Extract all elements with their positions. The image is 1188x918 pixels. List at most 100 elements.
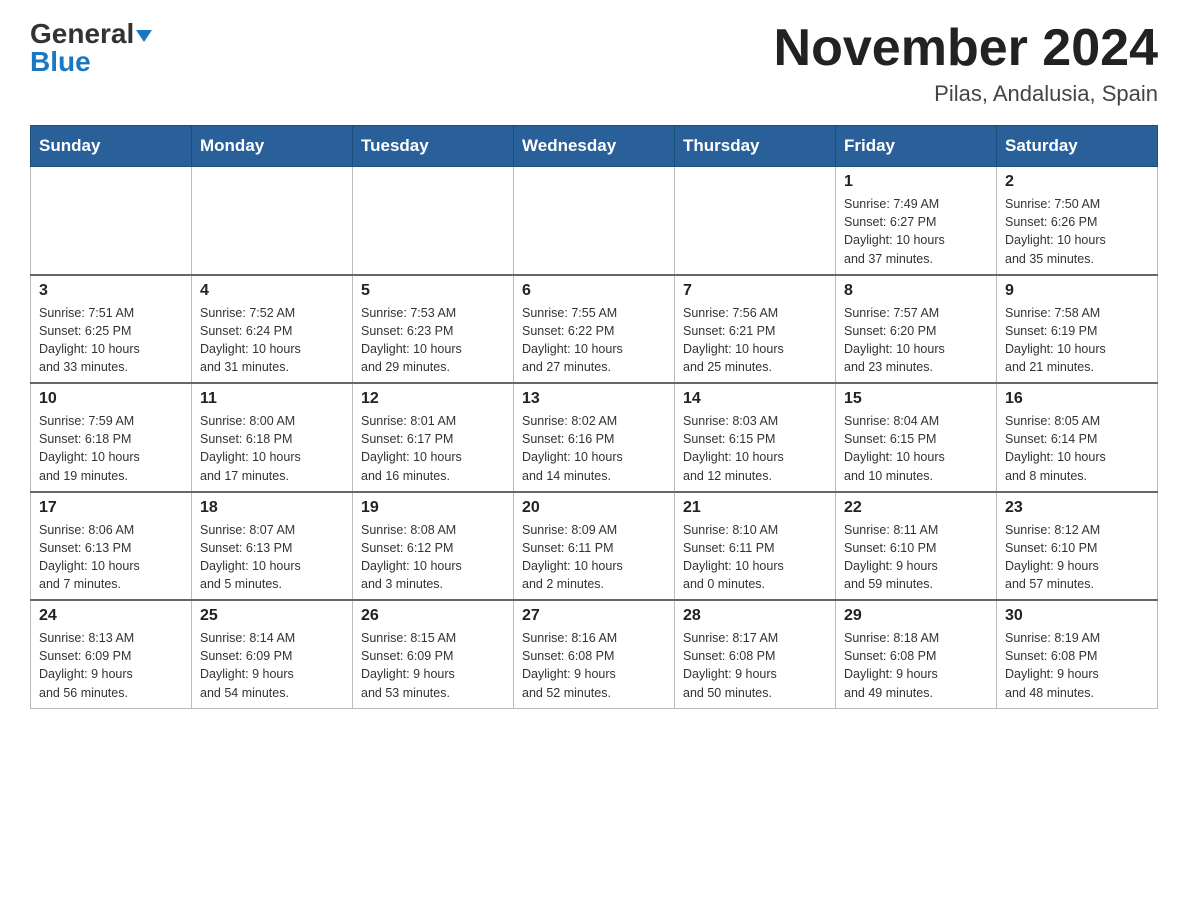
day-info: Sunrise: 7:52 AM Sunset: 6:24 PM Dayligh… [200,304,344,377]
day-info: Sunrise: 8:10 AM Sunset: 6:11 PM Dayligh… [683,521,827,594]
day-info: Sunrise: 7:56 AM Sunset: 6:21 PM Dayligh… [683,304,827,377]
calendar-cell: 8 Sunrise: 7:57 AM Sunset: 6:20 PM Daylig… [836,275,997,384]
calendar-cell: 23 Sunrise: 8:12 AM Sunset: 6:10 PM Dayli… [997,492,1158,601]
day-number: 30 [1005,607,1149,625]
calendar-cell: 12Sunrise: 8:01 AM Sunset: 6:17 PM Dayli… [353,383,514,492]
day-number: 26 [361,607,505,625]
day-number: 3 [39,282,183,300]
day-info: Sunrise: 8:16 AM Sunset: 6:08 PM Dayligh… [522,629,666,702]
day-number: 18 [200,499,344,517]
calendar-cell: 3Sunrise: 7:51 AM Sunset: 6:25 PM Daylig… [31,275,192,384]
day-number: 27 [522,607,666,625]
calendar-cell [353,167,514,275]
week-row-2: 3Sunrise: 7:51 AM Sunset: 6:25 PM Daylig… [31,275,1158,384]
day-number: 24 [39,607,183,625]
logo: General Blue [30,20,152,76]
calendar-cell: 13 Sunrise: 8:02 AM Sunset: 6:16 PM Dayli… [514,383,675,492]
calendar-cell [514,167,675,275]
day-number: 9 [1005,282,1149,300]
day-number: 29 [844,607,988,625]
day-info: Sunrise: 8:11 AM Sunset: 6:10 PM Dayligh… [844,521,988,594]
day-info: Sunrise: 7:58 AM Sunset: 6:19 PM Dayligh… [1005,304,1149,377]
day-number: 11 [200,390,344,408]
calendar-cell: 10Sunrise: 7:59 AM Sunset: 6:18 PM Dayli… [31,383,192,492]
calendar-cell: 18 Sunrise: 8:07 AM Sunset: 6:13 PM Dayli… [192,492,353,601]
title-section: November 2024 Pilas, Andalusia, Spain [774,20,1158,107]
day-info: Sunrise: 8:03 AM Sunset: 6:15 PM Dayligh… [683,412,827,485]
day-number: 23 [1005,499,1149,517]
month-title: November 2024 [774,20,1158,77]
day-number: 7 [683,282,827,300]
calendar-cell: 24Sunrise: 8:13 AM Sunset: 6:09 PM Dayli… [31,600,192,708]
day-info: Sunrise: 7:49 AM Sunset: 6:27 PM Dayligh… [844,195,988,268]
day-number: 13 [522,390,666,408]
logo-triangle-icon [136,30,152,42]
calendar-cell: 27 Sunrise: 8:16 AM Sunset: 6:08 PM Dayli… [514,600,675,708]
calendar-cell: 21Sunrise: 8:10 AM Sunset: 6:11 PM Dayli… [675,492,836,601]
calendar-cell: 17 Sunrise: 8:06 AM Sunset: 6:13 PM Dayli… [31,492,192,601]
page-header: General Blue November 2024 Pilas, Andalu… [30,20,1158,107]
day-number: 1 [844,173,988,191]
day-number: 17 [39,499,183,517]
day-info: Sunrise: 8:00 AM Sunset: 6:18 PM Dayligh… [200,412,344,485]
calendar-cell: 20 Sunrise: 8:09 AM Sunset: 6:11 PM Dayli… [514,492,675,601]
calendar-cell: 28 Sunrise: 8:17 AM Sunset: 6:08 PM Dayli… [675,600,836,708]
day-info: Sunrise: 8:04 AM Sunset: 6:15 PM Dayligh… [844,412,988,485]
week-row-5: 24Sunrise: 8:13 AM Sunset: 6:09 PM Dayli… [31,600,1158,708]
week-row-3: 10Sunrise: 7:59 AM Sunset: 6:18 PM Dayli… [31,383,1158,492]
day-number: 28 [683,607,827,625]
day-info: Sunrise: 8:17 AM Sunset: 6:08 PM Dayligh… [683,629,827,702]
weekday-header-wednesday: Wednesday [514,126,675,167]
calendar-cell: 7 Sunrise: 7:56 AM Sunset: 6:21 PM Daylig… [675,275,836,384]
day-info: Sunrise: 8:15 AM Sunset: 6:09 PM Dayligh… [361,629,505,702]
calendar-cell: 1 Sunrise: 7:49 AM Sunset: 6:27 PM Daylig… [836,167,997,275]
day-number: 20 [522,499,666,517]
day-number: 25 [200,607,344,625]
day-number: 6 [522,282,666,300]
weekday-header-monday: Monday [192,126,353,167]
calendar-cell [192,167,353,275]
weekday-header-sunday: Sunday [31,126,192,167]
day-info: Sunrise: 8:12 AM Sunset: 6:10 PM Dayligh… [1005,521,1149,594]
calendar-cell: 11 Sunrise: 8:00 AM Sunset: 6:18 PM Dayli… [192,383,353,492]
day-info: Sunrise: 8:07 AM Sunset: 6:13 PM Dayligh… [200,521,344,594]
day-info: Sunrise: 7:50 AM Sunset: 6:26 PM Dayligh… [1005,195,1149,268]
day-info: Sunrise: 8:02 AM Sunset: 6:16 PM Dayligh… [522,412,666,485]
weekday-header-saturday: Saturday [997,126,1158,167]
day-number: 4 [200,282,344,300]
day-number: 8 [844,282,988,300]
weekday-header-tuesday: Tuesday [353,126,514,167]
location: Pilas, Andalusia, Spain [774,81,1158,107]
calendar-cell: 4 Sunrise: 7:52 AM Sunset: 6:24 PM Daylig… [192,275,353,384]
day-number: 16 [1005,390,1149,408]
day-info: Sunrise: 8:06 AM Sunset: 6:13 PM Dayligh… [39,521,183,594]
day-number: 2 [1005,173,1149,191]
day-info: Sunrise: 8:09 AM Sunset: 6:11 PM Dayligh… [522,521,666,594]
calendar-cell: 26 Sunrise: 8:15 AM Sunset: 6:09 PM Dayli… [353,600,514,708]
calendar-cell: 14Sunrise: 8:03 AM Sunset: 6:15 PM Dayli… [675,383,836,492]
day-info: Sunrise: 8:01 AM Sunset: 6:17 PM Dayligh… [361,412,505,485]
calendar-cell: 16 Sunrise: 8:05 AM Sunset: 6:14 PM Dayli… [997,383,1158,492]
calendar-table: SundayMondayTuesdayWednesdayThursdayFrid… [30,125,1158,709]
logo-line2: Blue [30,48,91,76]
calendar-cell: 2 Sunrise: 7:50 AM Sunset: 6:26 PM Daylig… [997,167,1158,275]
day-number: 19 [361,499,505,517]
calendar-cell: 5Sunrise: 7:53 AM Sunset: 6:23 PM Daylig… [353,275,514,384]
calendar-cell: 9 Sunrise: 7:58 AM Sunset: 6:19 PM Daylig… [997,275,1158,384]
day-info: Sunrise: 8:19 AM Sunset: 6:08 PM Dayligh… [1005,629,1149,702]
calendar-cell: 29Sunrise: 8:18 AM Sunset: 6:08 PM Dayli… [836,600,997,708]
day-info: Sunrise: 7:55 AM Sunset: 6:22 PM Dayligh… [522,304,666,377]
calendar-cell: 15 Sunrise: 8:04 AM Sunset: 6:15 PM Dayli… [836,383,997,492]
day-number: 10 [39,390,183,408]
day-info: Sunrise: 7:57 AM Sunset: 6:20 PM Dayligh… [844,304,988,377]
weekday-header-thursday: Thursday [675,126,836,167]
day-number: 15 [844,390,988,408]
day-info: Sunrise: 8:08 AM Sunset: 6:12 PM Dayligh… [361,521,505,594]
day-number: 5 [361,282,505,300]
day-info: Sunrise: 8:14 AM Sunset: 6:09 PM Dayligh… [200,629,344,702]
weekday-header-friday: Friday [836,126,997,167]
day-info: Sunrise: 8:05 AM Sunset: 6:14 PM Dayligh… [1005,412,1149,485]
week-row-4: 17 Sunrise: 8:06 AM Sunset: 6:13 PM Dayli… [31,492,1158,601]
day-number: 22 [844,499,988,517]
calendar-cell: 25 Sunrise: 8:14 AM Sunset: 6:09 PM Dayli… [192,600,353,708]
